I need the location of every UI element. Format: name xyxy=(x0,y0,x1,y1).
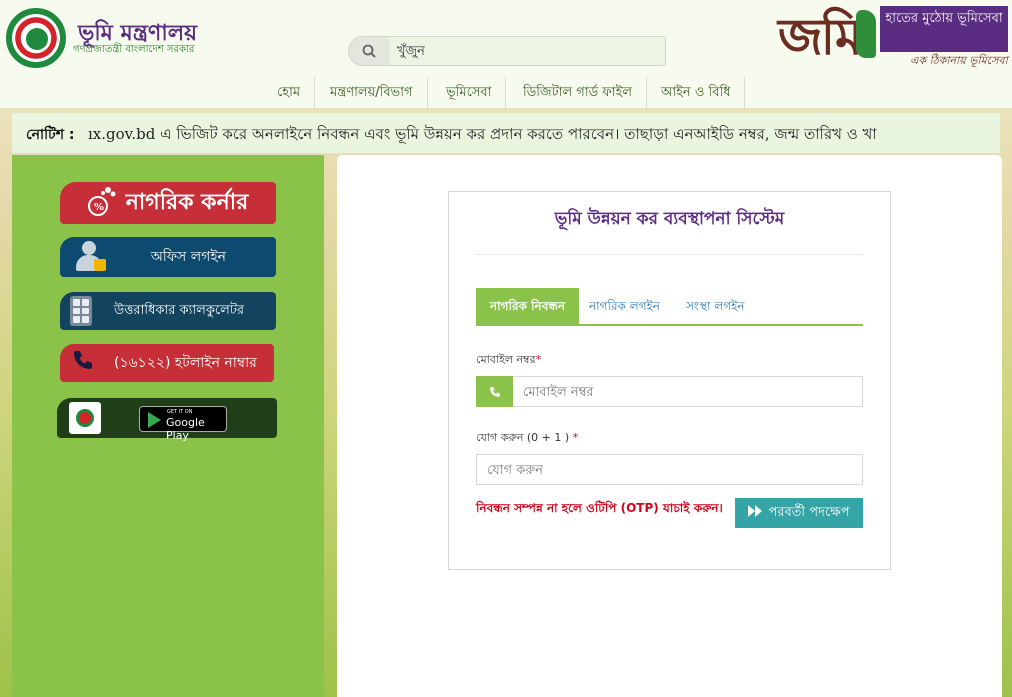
calculator-icon xyxy=(70,296,92,326)
nav-item-home[interactable]: হোম xyxy=(263,77,316,109)
office-login-label: অফিস লগইন xyxy=(150,249,226,265)
mobile-input-group xyxy=(476,376,863,407)
brand-slogan: এক ঠিকানায় ভূমিসেবা xyxy=(910,54,1008,67)
nav-item-law-rules[interactable]: আইন ও বিধি xyxy=(647,77,746,109)
search-icon[interactable] xyxy=(349,37,389,65)
hotline-label: (১৬১২২) হটলাইন নাম্বার xyxy=(114,355,257,371)
mobile-label-text: মোবাইল নম্বর xyxy=(476,353,536,366)
brand-tagline: হাতের মুঠোয় ভূমিসেবা xyxy=(880,6,1008,52)
site-subtitle: গণপ্রজাতন্ত্রী বাংলাদেশ সরকার xyxy=(73,44,195,55)
nav-item-ministry[interactable]: মন্ত্রণালয়/বিভাগ xyxy=(316,77,428,109)
citizen-corner-panel: % নাগরিক কর্নার অফিস লগইন উত্তরাধিকার ক্… xyxy=(12,155,324,697)
search-input[interactable] xyxy=(397,41,657,61)
phone-icon xyxy=(72,349,94,377)
notice-label: নোটিশ : xyxy=(26,127,75,143)
sum-label: যোগ করুন (0 + 1 ) * xyxy=(476,429,578,448)
required-mark: * xyxy=(535,353,542,366)
next-step-button[interactable]: পরবর্তী পদক্ষেপ xyxy=(735,498,863,528)
inheritance-calculator-label: উত্তরাধিকার ক্যালকুলেটর xyxy=(114,302,245,318)
mobile-label: মোবাইল নম্বর* xyxy=(476,351,541,370)
svg-text:%: % xyxy=(94,202,104,213)
app-download-card[interactable]: GET IT ON Google Play xyxy=(57,398,277,442)
mobile-number-input[interactable] xyxy=(523,382,853,402)
nav-item-digital-guard-file[interactable]: ডিজিটাল গার্ড ফাইল xyxy=(509,77,648,109)
notice-marquee-text[interactable]: ıx.gov.bd এ ভিজিট করে অনলাইনে নিবন্ধন এব… xyxy=(88,123,877,148)
tab-organization-login[interactable]: সংস্থা লগইন xyxy=(686,288,745,324)
bangladesh-map-icon xyxy=(856,10,876,58)
site-header: ভূমি মন্ত্রণালয় গণপ্রজাতন্ত্রী বাংলাদেশ… xyxy=(0,0,1012,77)
captcha-input-group xyxy=(476,454,863,485)
tab-citizen-login[interactable]: নাগরিক লগইন xyxy=(589,288,660,324)
main-content: ভূমি উন্নয়ন কর ব্যবস্থাপনা সিস্টেম নাগর… xyxy=(337,155,1002,697)
captcha-sum-input[interactable] xyxy=(487,460,853,480)
money-bag-icon: % xyxy=(87,184,118,222)
gplay-small-label: GET IT ON xyxy=(167,409,193,415)
google-play-button[interactable]: GET IT ON Google Play xyxy=(139,406,227,442)
tab-citizen-registration[interactable]: নাগরিক নিবন্ধন xyxy=(476,288,580,324)
google-play-icon xyxy=(148,412,161,428)
notice-bar: নোটিশ : ıx.gov.bd এ ভিজিট করে অনলাইনে নি… xyxy=(12,113,1000,153)
citizen-corner-button[interactable]: % নাগরিক কর্নার xyxy=(60,182,276,224)
form-tabs: নাগরিক নিবন্ধন নাগরিক লগইন সংস্থা লগইন xyxy=(476,288,863,326)
required-mark: * xyxy=(572,431,579,444)
office-login-button[interactable]: অফিস লগইন xyxy=(60,237,276,277)
otp-verify-link[interactable]: নিবন্ধন সম্পন্ন না হলে ওটিপি (OTP) যাচাই… xyxy=(476,500,723,520)
registration-form-card: ভূমি উন্নয়ন কর ব্যবস্থাপনা সিস্টেম নাগর… xyxy=(448,191,891,570)
hotline-button[interactable]: (১৬১২২) হটলাইন নাম্বার xyxy=(60,344,274,382)
nav-item-land-service[interactable]: ভূমিসেবা xyxy=(432,77,507,109)
fast-forward-icon xyxy=(748,505,763,521)
jomi-brand-logo[interactable]: জমি হাতের মুঠোয় ভূমিসেবা এক ঠিকানায় ভূ… xyxy=(778,6,1008,70)
user-lock-icon xyxy=(72,239,110,275)
search-box xyxy=(348,36,666,66)
bhumi-app-logo[interactable] xyxy=(69,402,101,434)
inheritance-calculator-button[interactable]: উত্তরাধিকার ক্যালকুলেটর xyxy=(60,292,276,330)
form-title: ভূমি উন্নয়ন কর ব্যবস্থাপনা সিস্টেম xyxy=(476,206,863,255)
main-nav: হোম মন্ত্রণালয়/বিভাগ ভূমিসেবা ডিজিটাল গ… xyxy=(0,77,1012,109)
citizen-corner-title: নাগরিক কর্নার xyxy=(125,189,249,215)
brand-word: জমি xyxy=(778,7,863,66)
phone-icon xyxy=(476,376,513,407)
next-step-label: পরবর্তী পদক্ষেপ xyxy=(768,504,850,520)
government-emblem-logo[interactable] xyxy=(6,8,66,68)
sum-label-text: যোগ করুন (0 + 1 ) xyxy=(476,431,570,444)
gplay-big-label: Google Play xyxy=(166,416,205,442)
